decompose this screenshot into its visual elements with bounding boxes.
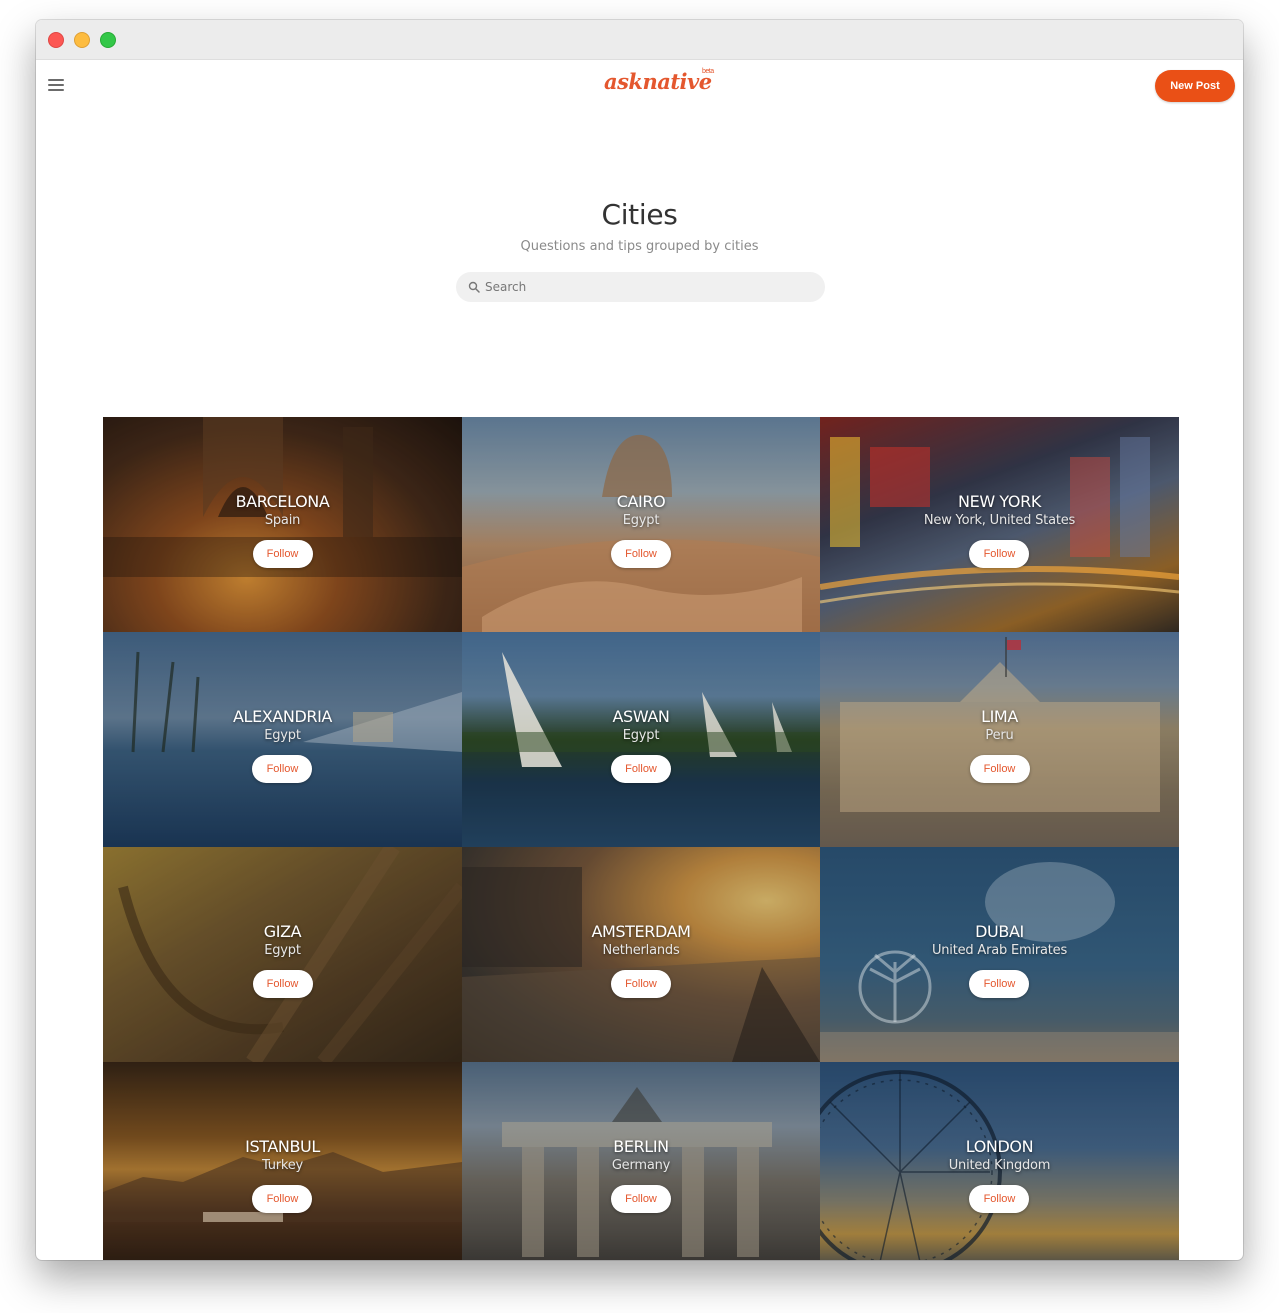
menu-icon[interactable] <box>48 79 64 91</box>
city-card-istanbul[interactable]: ISTANBUL Turkey Follow <box>103 1062 462 1260</box>
page-subtitle: Questions and tips grouped by cities <box>520 239 759 254</box>
city-name: DUBAI <box>975 921 1024 941</box>
search-input[interactable] <box>485 280 805 294</box>
follow-button[interactable]: Follow <box>969 969 1030 998</box>
city-card-giza[interactable]: GIZA Egypt Follow <box>103 847 462 1062</box>
city-card-new-york[interactable]: NEW YORK New York, United States Follow <box>820 417 1179 632</box>
follow-button[interactable]: Follow <box>610 969 671 998</box>
city-country: United Kingdom <box>948 1157 1051 1173</box>
city-name: LIMA <box>981 706 1018 726</box>
city-card-alexandria[interactable]: ALEXANDRIA Egypt Follow <box>103 632 462 847</box>
city-card-barcelona[interactable]: BARCELONA Spain Follow <box>103 417 462 632</box>
city-name: BERLIN <box>613 1136 669 1156</box>
city-name: ISTANBUL <box>245 1136 320 1156</box>
city-country: New York, United States <box>923 512 1076 528</box>
follow-button[interactable]: Follow <box>252 539 313 568</box>
follow-button[interactable]: Follow <box>611 754 671 783</box>
city-country: Netherlands <box>602 942 680 958</box>
browser-window: asknative beta New Post Cities Questions… <box>36 20 1243 1260</box>
city-country: Egypt <box>264 942 301 958</box>
window-close-button[interactable] <box>48 31 64 48</box>
follow-button[interactable]: Follow <box>969 1184 1030 1213</box>
city-name: BARCELONA <box>235 491 330 511</box>
follow-button[interactable]: Follow <box>252 1184 313 1213</box>
logo-text: asknative <box>604 69 712 94</box>
page-title: Cities <box>601 198 678 231</box>
follow-button[interactable]: Follow <box>969 754 1030 783</box>
window-titlebar <box>36 20 1243 60</box>
city-country: United Arab Emirates <box>931 942 1068 958</box>
follow-button[interactable]: Follow <box>252 969 313 998</box>
follow-button[interactable]: Follow <box>969 539 1030 568</box>
follow-button[interactable]: Follow <box>611 539 671 568</box>
cities-grid: BARCELONA Spain Follow CAIRO Egypt Follo… <box>103 417 1179 1260</box>
city-name: ALEXANDRIA <box>233 706 332 726</box>
hero: Cities Questions and tips grouped by cit… <box>36 198 1243 254</box>
city-card-aswan[interactable]: ASWAN Egypt Follow <box>462 632 820 847</box>
city-country: Egypt <box>622 512 660 528</box>
city-card-amsterdam[interactable]: AMSTERDAM Netherlands Follow <box>462 847 820 1062</box>
city-country: Spain <box>264 512 301 528</box>
city-country: Egypt <box>264 727 301 743</box>
city-card-london[interactable]: LONDON United Kingdom Follow <box>820 1062 1179 1260</box>
window-minimize-button[interactable] <box>74 31 90 48</box>
follow-button[interactable]: Follow <box>252 754 313 783</box>
city-country: Turkey <box>261 1157 304 1173</box>
city-name: AMSTERDAM <box>591 921 691 941</box>
beta-badge: beta <box>701 68 714 75</box>
logo[interactable]: asknative beta <box>604 68 714 99</box>
city-card-cairo[interactable]: CAIRO Egypt Follow <box>462 417 820 632</box>
city-country: Egypt <box>622 727 660 743</box>
city-card-dubai[interactable]: DUBAI United Arab Emirates Follow <box>820 847 1179 1062</box>
window-maximize-button[interactable] <box>100 31 116 48</box>
city-card-berlin[interactable]: BERLIN Germany Follow <box>462 1062 820 1260</box>
city-country: Germany <box>611 1157 671 1173</box>
city-card-lima[interactable]: LIMA Peru Follow <box>820 632 1179 847</box>
city-name: NEW YORK <box>958 491 1041 511</box>
city-name: GIZA <box>263 921 302 941</box>
navbar: asknative beta New Post <box>36 60 1243 110</box>
search-icon <box>468 281 480 293</box>
city-country: Peru <box>985 727 1014 743</box>
city-name: ASWAN <box>612 706 670 726</box>
new-post-button[interactable]: New Post <box>1155 70 1235 102</box>
city-name: CAIRO <box>616 491 666 511</box>
city-name: LONDON <box>965 1136 1034 1156</box>
follow-button[interactable]: Follow <box>611 1184 671 1213</box>
search-bar[interactable] <box>456 272 825 302</box>
